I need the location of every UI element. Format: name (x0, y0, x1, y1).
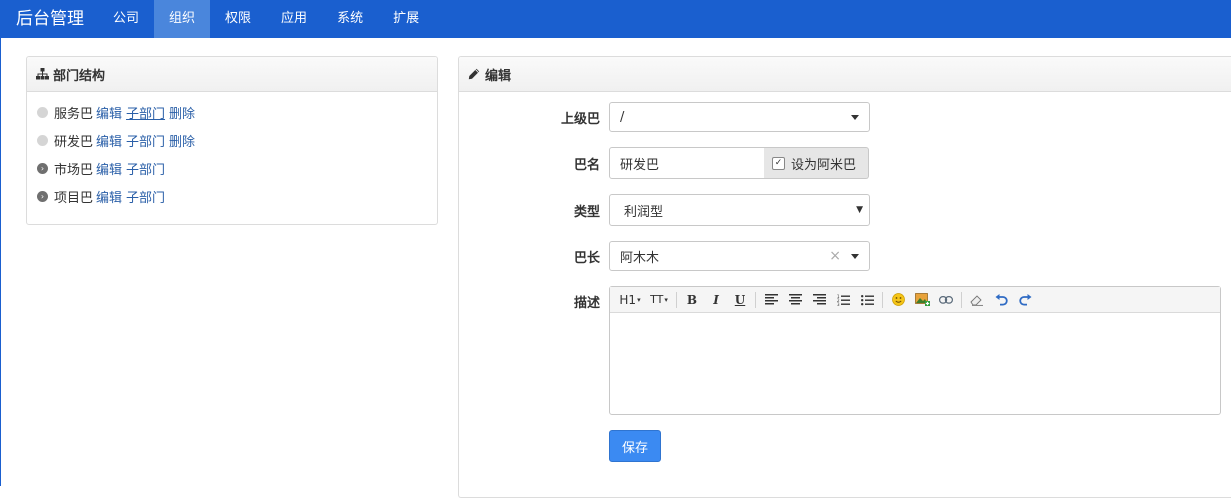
left-edge-strip (0, 38, 1, 486)
unordered-list-icon[interactable] (858, 291, 876, 309)
editor-toolbar: H1 ▾ TT ▾ B I U 123 (610, 287, 1220, 313)
nav-item-apps[interactable]: 应用 (266, 0, 322, 38)
add-child-link[interactable]: 子部门 (126, 159, 165, 178)
align-center-icon[interactable] (786, 291, 804, 309)
type-select[interactable]: 利润型 ▼ (609, 194, 870, 226)
font-size-label: TT (650, 293, 664, 306)
expand-node-icon[interactable]: › (37, 162, 48, 174)
leaf-node-icon (37, 134, 48, 146)
expand-node-icon[interactable]: › (37, 190, 48, 202)
tree-node-name[interactable]: 市场巴 (54, 159, 93, 178)
save-button[interactable]: 保存 (609, 430, 661, 462)
top-navbar: 后台管理 公司 组织 权限 应用 系统 扩展 (0, 0, 1231, 38)
undo-icon[interactable] (992, 291, 1010, 309)
nav-item-organization[interactable]: 组织 (154, 0, 211, 38)
add-child-link[interactable]: 子部门 (126, 187, 165, 206)
insert-image-icon[interactable] (913, 291, 931, 309)
tree-panel-header: 部门结构 (27, 57, 437, 92)
name-label: 巴名 (573, 158, 600, 173)
description-editor: H1 ▾ TT ▾ B I U 123 (609, 286, 1221, 415)
leader-select[interactable]: 阿木木 × (609, 241, 870, 271)
department-tree: 服务巴 编辑 子部门 删除 研发巴 编辑 子部门 删除 › 市场巴 编辑 子部门… (27, 92, 437, 210)
amoeba-checkbox-addon[interactable]: ✓ 设为阿米巴 (764, 147, 869, 179)
parent-select[interactable]: / (609, 102, 870, 132)
name-input[interactable]: 研发巴 (609, 147, 765, 179)
pencil-icon (468, 67, 482, 81)
nav-item-system[interactable]: 系统 (322, 0, 378, 38)
parent-select-value: / (620, 109, 625, 125)
align-left-icon[interactable] (762, 291, 780, 309)
italic-icon[interactable]: I (707, 291, 725, 309)
nav-item-company[interactable]: 公司 (98, 0, 154, 38)
description-editor-body[interactable] (610, 314, 1220, 414)
edit-panel-title: 编辑 (485, 68, 512, 84)
underline-icon[interactable]: U (731, 291, 749, 309)
toolbar-divider (755, 291, 756, 308)
edit-link[interactable]: 编辑 (96, 103, 122, 122)
edit-link[interactable]: 编辑 (96, 131, 122, 150)
add-child-link[interactable]: 子部门 (126, 103, 165, 122)
ordered-list-icon[interactable]: 123 (834, 291, 852, 309)
sitemap-icon (36, 67, 50, 81)
tree-row: › 市场巴 编辑 子部门 (37, 154, 437, 182)
amoeba-checkbox-label: 设为阿米巴 (791, 157, 857, 173)
edit-link[interactable]: 编辑 (96, 159, 122, 178)
bold-icon[interactable]: B (683, 291, 701, 309)
type-label: 类型 (573, 205, 600, 220)
amoeba-checkbox[interactable]: ✓ (772, 156, 785, 170)
clear-icon[interactable]: × (829, 248, 841, 264)
toolbar-divider (676, 291, 677, 308)
heading-label: H1 (619, 292, 637, 307)
eraser-icon[interactable] (968, 291, 986, 309)
leader-label: 巴长 (573, 251, 600, 266)
delete-link[interactable]: 删除 (169, 103, 195, 122)
heading-dropdown[interactable]: H1 ▾ (618, 291, 642, 309)
redo-icon[interactable] (1016, 291, 1034, 309)
delete-link[interactable]: 删除 (169, 131, 195, 150)
tree-row: › 项目巴 编辑 子部门 (37, 182, 437, 210)
toolbar-divider (961, 291, 962, 308)
toolbar-divider (882, 291, 883, 308)
leaf-node-icon (37, 106, 48, 118)
type-select-value: 利润型 (624, 204, 664, 220)
add-child-link[interactable]: 子部门 (126, 131, 165, 150)
tree-panel-title: 部门结构 (53, 68, 106, 84)
tree-row: 服务巴 编辑 子部门 删除 (37, 98, 437, 126)
svg-text:3: 3 (837, 302, 840, 306)
brand-title[interactable]: 后台管理 (0, 0, 98, 38)
emoji-icon[interactable] (889, 291, 907, 309)
tree-node-name[interactable]: 项目巴 (54, 187, 93, 206)
chevron-down-icon: ▼ (856, 205, 863, 215)
edit-link[interactable]: 编辑 (96, 187, 122, 206)
name-input-value: 研发巴 (620, 157, 660, 173)
chevron-down-icon (851, 115, 859, 120)
description-label: 描述 (573, 296, 600, 311)
tree-node-name[interactable]: 研发巴 (54, 131, 93, 150)
align-right-icon[interactable] (810, 291, 828, 309)
edit-panel-header: 编辑 (459, 57, 1231, 92)
chevron-down-icon (851, 254, 859, 259)
nav-item-extensions[interactable]: 扩展 (378, 0, 434, 38)
leader-select-value: 阿木木 (620, 250, 660, 266)
tree-node-name[interactable]: 服务巴 (54, 103, 93, 122)
department-tree-panel: 部门结构 服务巴 编辑 子部门 删除 研发巴 编辑 子部门 删除 › 市场巴 编… (26, 56, 438, 225)
link-icon[interactable] (937, 291, 955, 309)
nav-item-permissions[interactable]: 权限 (210, 0, 266, 38)
font-size-dropdown[interactable]: TT ▾ (648, 291, 670, 309)
parent-label: 上级巴 (560, 112, 600, 127)
tree-row: 研发巴 编辑 子部门 删除 (37, 126, 437, 154)
